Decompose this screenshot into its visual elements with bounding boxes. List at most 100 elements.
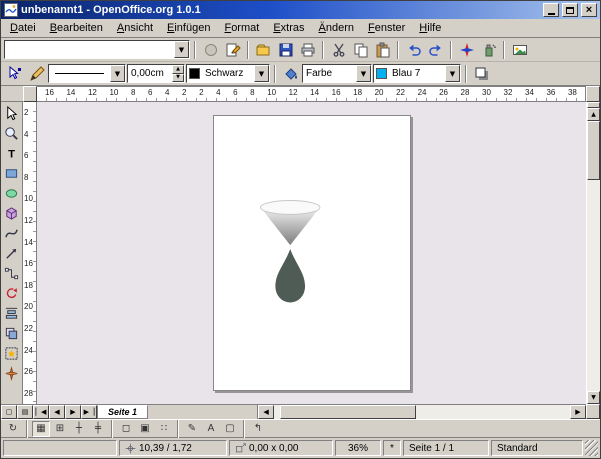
close-button[interactable]: × — [581, 3, 597, 17]
snap-to-margins-button[interactable]: ◻ — [117, 421, 135, 437]
resize-grip[interactable] — [585, 440, 598, 456]
edit-points-button[interactable] — [4, 64, 25, 84]
drawing-canvas[interactable] — [37, 102, 586, 404]
objects-3d-tool-button[interactable] — [2, 204, 22, 223]
page-view-button[interactable]: ▢ — [1, 405, 17, 419]
vertical-scroll-thumb[interactable] — [587, 121, 600, 180]
paste-button[interactable] — [372, 40, 393, 60]
vertical-ruler[interactable]: 246810121416182022242628 — [23, 102, 37, 404]
save-button[interactable] — [275, 40, 296, 60]
vertical-scroll-track[interactable] — [587, 121, 600, 391]
menu-item[interactable]: Einfügen — [160, 20, 217, 36]
menu-item[interactable]: Ansicht — [110, 20, 160, 36]
print-button[interactable] — [297, 40, 318, 60]
arrange-tool-button[interactable] — [2, 324, 22, 343]
gallery-button[interactable] — [509, 40, 530, 60]
cone-rim-shape[interactable] — [260, 201, 319, 215]
horizontal-scroll-track[interactable] — [274, 405, 570, 419]
fill-style-dropdown-arrow-icon[interactable]: ▼ — [356, 65, 371, 82]
fill-color-value[interactable]: Blau 7 — [389, 65, 445, 82]
copy-button[interactable] — [350, 40, 371, 60]
snap-to-object-border-button[interactable]: ▣ — [136, 421, 154, 437]
show-guides-button[interactable]: ┼ — [70, 421, 88, 437]
url-combobox[interactable]: ▼ — [4, 40, 190, 59]
navigator-button[interactable] — [456, 40, 477, 60]
page-tab[interactable]: Seite 1 — [97, 405, 148, 419]
menu-item[interactable]: Datei — [3, 20, 43, 36]
edit-file-button[interactable] — [222, 40, 243, 60]
horizontal-ruler[interactable]: 1614121086422468101214161820222426283032… — [37, 86, 586, 102]
line-color-combobox[interactable]: Schwarz ▼ — [186, 64, 270, 83]
curve-tool-button[interactable] — [2, 224, 22, 243]
line-style-dropdown-arrow-icon[interactable]: ▼ — [110, 65, 125, 82]
select-tool-button[interactable] — [2, 104, 22, 123]
undo-button[interactable] — [403, 40, 424, 60]
shadow-toggle-button[interactable] — [471, 64, 492, 84]
url-field[interactable] — [5, 41, 174, 58]
menu-item[interactable]: Extras — [266, 20, 311, 36]
select-text-area-button[interactable]: A — [202, 421, 220, 437]
double-click-to-edit-button[interactable]: ▢ — [221, 421, 239, 437]
fill-color-combobox[interactable]: Blau 7 ▼ — [373, 64, 461, 83]
line-dialog-button[interactable] — [26, 64, 47, 84]
scroll-right-arrow-icon[interactable]: ▶ — [570, 405, 586, 419]
effects-tool-button[interactable] — [2, 364, 22, 383]
page-style-cell[interactable]: Standard — [491, 440, 583, 456]
line-color-value[interactable]: Schwarz — [202, 65, 254, 82]
redo-button[interactable] — [425, 40, 446, 60]
line-width-stepper[interactable]: 0,00cm ▲ ▼ — [127, 64, 185, 83]
maximize-button[interactable] — [562, 3, 578, 17]
menu-item[interactable]: Hilfe — [412, 20, 448, 36]
exit-all-groups-button[interactable]: ↰ — [249, 421, 267, 437]
fill-style-value[interactable]: Farbe — [303, 65, 356, 82]
menu-item[interactable]: Ändern — [312, 20, 361, 36]
zoom-tool-button[interactable] — [2, 124, 22, 143]
lines-arrows-tool-button[interactable] — [2, 244, 22, 263]
last-page-tab-button[interactable]: ▶▕ — [81, 405, 97, 419]
scrollbar-top-button[interactable] — [586, 86, 600, 102]
drop-shape[interactable] — [275, 249, 305, 302]
minimize-button[interactable] — [543, 3, 559, 17]
open-button[interactable] — [253, 40, 274, 60]
scroll-down-arrow-icon[interactable]: ▼ — [587, 391, 600, 404]
fill-color-dropdown-arrow-icon[interactable]: ▼ — [445, 65, 460, 82]
page[interactable] — [213, 115, 411, 391]
cut-button[interactable] — [328, 40, 349, 60]
line-style-combobox[interactable]: ▼ — [48, 64, 126, 83]
show-grid-button[interactable]: ▦ — [32, 421, 50, 437]
rotate-tool-button[interactable] — [2, 284, 22, 303]
url-dropdown-arrow-icon[interactable]: ▼ — [174, 41, 189, 58]
stylist-button[interactable] — [478, 40, 499, 60]
spin-up-icon[interactable]: ▲ — [172, 65, 184, 74]
scroll-left-arrow-icon[interactable]: ◀ — [258, 405, 274, 419]
vertical-scrollbar[interactable]: ▲ ▼ — [586, 102, 600, 404]
zoom-level-cell[interactable]: 36% — [335, 440, 381, 456]
text-tool-button[interactable]: T — [2, 144, 22, 163]
rectangle-tool-button[interactable] — [2, 164, 22, 183]
ellipse-tool-button[interactable] — [2, 184, 22, 203]
first-page-tab-button[interactable]: ▏◀ — [33, 405, 49, 419]
alignment-tool-button[interactable] — [2, 304, 22, 323]
connector-tool-button[interactable] — [2, 264, 22, 283]
titlebar[interactable]: unbenannt1 - OpenOffice.org 1.0.1 × — [1, 1, 600, 19]
snap-to-grid-button[interactable]: ⊞ — [51, 421, 69, 437]
snap-to-object-points-button[interactable]: ∷ — [155, 421, 173, 437]
line-color-dropdown-arrow-icon[interactable]: ▼ — [254, 65, 269, 82]
previous-page-tab-button[interactable]: ◀ — [49, 405, 65, 419]
menu-item[interactable]: Bearbeiten — [43, 20, 110, 36]
insert-tool-button[interactable] — [2, 344, 22, 363]
rotation-mode-button[interactable]: ↻ — [4, 421, 22, 437]
spin-down-icon[interactable]: ▼ — [172, 74, 184, 83]
scroll-up-arrow-icon[interactable]: ▲ — [587, 108, 600, 121]
horizontal-scroll-thumb[interactable] — [280, 405, 416, 419]
quick-edit-button[interactable]: ✎ — [183, 421, 201, 437]
line-width-value[interactable]: 0,00cm — [128, 65, 172, 82]
next-page-tab-button[interactable]: ▶ — [65, 405, 81, 419]
menu-item[interactable]: Fenster — [361, 20, 412, 36]
ruler-origin-button[interactable] — [23, 86, 37, 102]
area-dialog-button[interactable] — [280, 64, 301, 84]
layer-view-button[interactable]: ▤ — [17, 405, 33, 419]
menu-item[interactable]: Format — [217, 20, 266, 36]
stop-button[interactable] — [200, 40, 221, 60]
fill-style-combobox[interactable]: Farbe ▼ — [302, 64, 372, 83]
